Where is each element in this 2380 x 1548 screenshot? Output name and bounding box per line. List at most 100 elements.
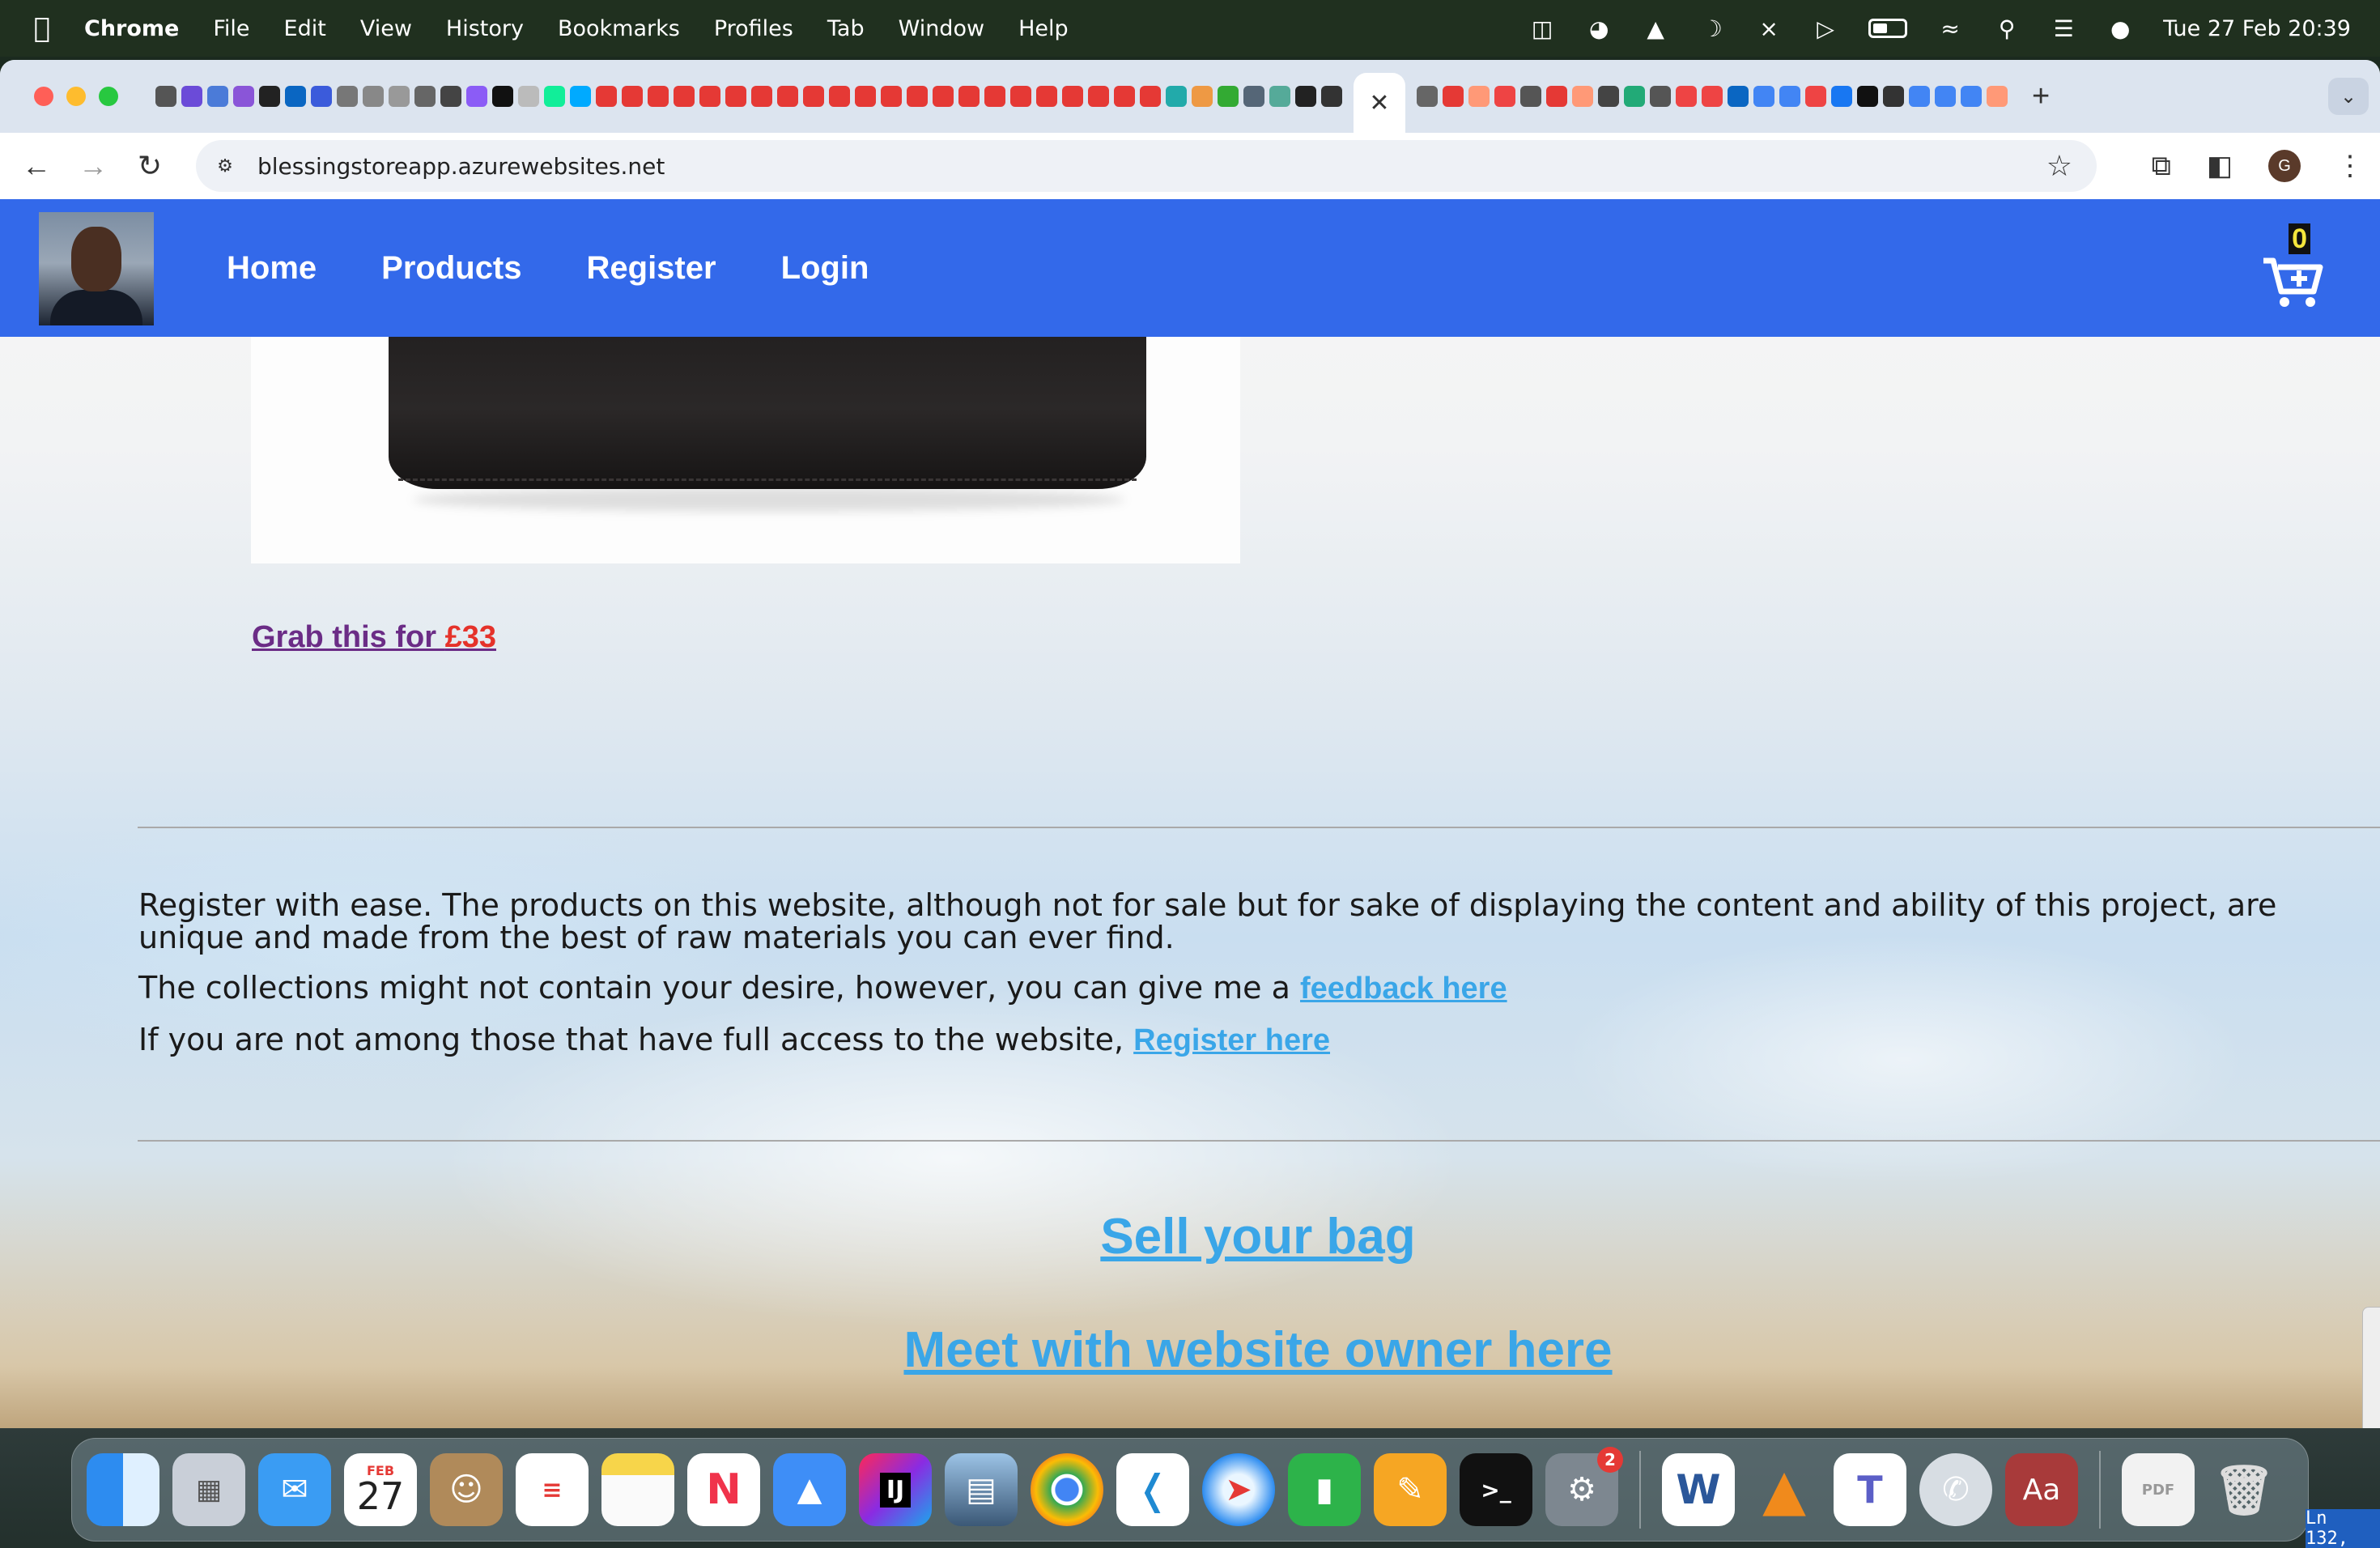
calendar-icon[interactable]: FEB 27 <box>344 1453 417 1526</box>
tab-favicon[interactable] <box>363 86 384 107</box>
control-center-icon[interactable]: ☰ <box>2050 15 2077 42</box>
box-icon[interactable]: ◫ <box>1528 15 1556 42</box>
cart-button[interactable]: 0 <box>2262 223 2327 313</box>
tab-favicon[interactable] <box>1468 86 1490 107</box>
speedometer-icon[interactable]: ◕ <box>1585 15 1613 42</box>
tab-favicon[interactable] <box>518 86 539 107</box>
intellij-icon[interactable]: IJ <box>859 1453 932 1526</box>
finder-icon[interactable] <box>87 1453 159 1526</box>
tab-favicon[interactable] <box>1728 86 1749 107</box>
tab-favicon[interactable] <box>1779 86 1800 107</box>
contacts-icon[interactable]: ☺ <box>430 1453 503 1526</box>
tab-favicon[interactable] <box>414 86 436 107</box>
menu-file[interactable]: File <box>213 16 249 41</box>
youtube-tab-favicon[interactable] <box>1010 86 1031 107</box>
grab-product-link[interactable]: Grab this for £33 <box>252 620 496 655</box>
nav-login-link[interactable]: Login <box>781 250 869 287</box>
youtube-tab-favicon[interactable] <box>777 86 798 107</box>
extensions-puzzle-icon[interactable]: ⧉ <box>2152 151 2171 182</box>
mail-icon[interactable]: ✉ <box>258 1453 331 1526</box>
numbers-icon[interactable]: ▮ <box>1288 1453 1361 1526</box>
nav-home-link[interactable]: Home <box>227 250 317 287</box>
menubar-clock[interactable]: Tue 27 Feb 20:39 <box>2163 16 2351 41</box>
safari-icon[interactable]: ➤ <box>1202 1453 1275 1526</box>
youtube-tab-favicon[interactable] <box>1088 86 1109 107</box>
tab-favicon[interactable] <box>1935 86 1956 107</box>
url-text[interactable]: blessingstoreapp.azurewebsites.net <box>257 153 665 180</box>
tab-favicon[interactable] <box>1494 86 1515 107</box>
menu-window[interactable]: Window <box>899 16 984 41</box>
pdf-document-icon[interactable]: PDF <box>2122 1453 2195 1526</box>
tab-favicon[interactable] <box>570 86 591 107</box>
preview-icon[interactable]: ▤ <box>945 1453 1018 1526</box>
spotlight-search-icon[interactable]: ⚲ <box>1993 15 2021 42</box>
tab-favicon[interactable] <box>207 86 228 107</box>
tab-favicon[interactable] <box>1624 86 1645 107</box>
menu-history[interactable]: History <box>446 16 524 41</box>
youtube-tab-favicon[interactable] <box>958 86 980 107</box>
youtube-tab-favicon[interactable] <box>596 86 617 107</box>
tab-favicon[interactable] <box>1243 86 1264 107</box>
menu-tab[interactable]: Tab <box>827 16 865 41</box>
play-circle-icon[interactable]: ▷ <box>1812 15 1839 42</box>
tab-favicon[interactable] <box>1676 86 1697 107</box>
youtube-tab-favicon[interactable] <box>1062 86 1083 107</box>
register-here-link[interactable]: Register here <box>1133 1023 1330 1057</box>
site-settings-icon[interactable]: ⚙ <box>210 151 240 181</box>
youtube-tab-favicon[interactable] <box>622 86 643 107</box>
terminal-icon[interactable]: >_ <box>1460 1453 1532 1526</box>
tab-favicon[interactable] <box>337 86 358 107</box>
reload-icon[interactable]: ↻ <box>121 149 178 183</box>
nav-products-link[interactable]: Products <box>381 250 521 287</box>
more-menu-icon[interactable]: ⋮ <box>2336 150 2364 182</box>
tab-favicon[interactable] <box>1857 86 1878 107</box>
vscode-icon[interactable]: ❬ <box>1116 1453 1189 1526</box>
tab-favicon[interactable] <box>389 86 410 107</box>
tab-favicon[interactable] <box>1650 86 1671 107</box>
menu-edit[interactable]: Edit <box>284 16 326 41</box>
whatsapp-icon[interactable]: ✆ <box>1919 1453 1992 1526</box>
tab-favicon[interactable] <box>544 86 565 107</box>
tab-favicon[interactable] <box>311 86 332 107</box>
product-bag-image[interactable] <box>251 337 1240 563</box>
tab-search-chevron-icon[interactable]: ⌄ <box>2328 78 2369 115</box>
apple-menu-icon[interactable]:  <box>0 12 84 45</box>
tab-favicon[interactable] <box>1961 86 1982 107</box>
nav-register-link[interactable]: Register <box>587 250 716 287</box>
youtube-tab-favicon[interactable] <box>803 86 824 107</box>
keynote-icon[interactable]: ▲ <box>773 1453 846 1526</box>
tab-favicon[interactable] <box>1753 86 1774 107</box>
teams-icon[interactable]: T <box>1834 1453 1906 1526</box>
tab-favicon[interactable] <box>1883 86 1904 107</box>
word-icon[interactable]: W <box>1662 1453 1735 1526</box>
moon-icon[interactable]: ☽ <box>1698 15 1726 42</box>
tab-favicon[interactable] <box>1443 86 1464 107</box>
side-scroll-handle[interactable] <box>2362 1307 2380 1428</box>
tab-favicon[interactable] <box>1321 86 1342 107</box>
news-icon[interactable]: N <box>687 1453 760 1526</box>
tab-favicon[interactable] <box>1831 86 1852 107</box>
tab-favicon[interactable] <box>1546 86 1567 107</box>
youtube-tab-favicon[interactable] <box>751 86 772 107</box>
tab-favicon[interactable] <box>1520 86 1541 107</box>
fullscreen-window-button[interactable] <box>99 87 118 106</box>
tab-favicon[interactable] <box>1269 86 1290 107</box>
bluetooth-off-icon[interactable]: ⨯ <box>1755 15 1783 42</box>
tab-favicon[interactable] <box>1295 86 1316 107</box>
tab-favicon[interactable] <box>1417 86 1438 107</box>
youtube-tab-favicon[interactable] <box>855 86 876 107</box>
siri-icon[interactable]: ● <box>2106 15 2134 42</box>
tab-favicon[interactable] <box>155 86 176 107</box>
address-bar[interactable]: ⚙ blessingstoreapp.azurewebsites.net ☆ <box>196 140 2097 192</box>
tab-favicon[interactable] <box>1702 86 1723 107</box>
tab-favicon[interactable] <box>1572 86 1593 107</box>
youtube-tab-favicon[interactable] <box>648 86 669 107</box>
chrome-icon[interactable] <box>1031 1453 1103 1526</box>
tab-favicon[interactable] <box>1598 86 1619 107</box>
feedback-link[interactable]: feedback here <box>1300 972 1507 1006</box>
youtube-tab-favicon[interactable] <box>1114 86 1135 107</box>
close-tab-icon[interactable]: ✕ <box>1369 89 1389 117</box>
tab-favicon[interactable] <box>1192 86 1213 107</box>
youtube-tab-favicon[interactable] <box>1140 86 1161 107</box>
tab-favicon[interactable] <box>466 86 487 107</box>
